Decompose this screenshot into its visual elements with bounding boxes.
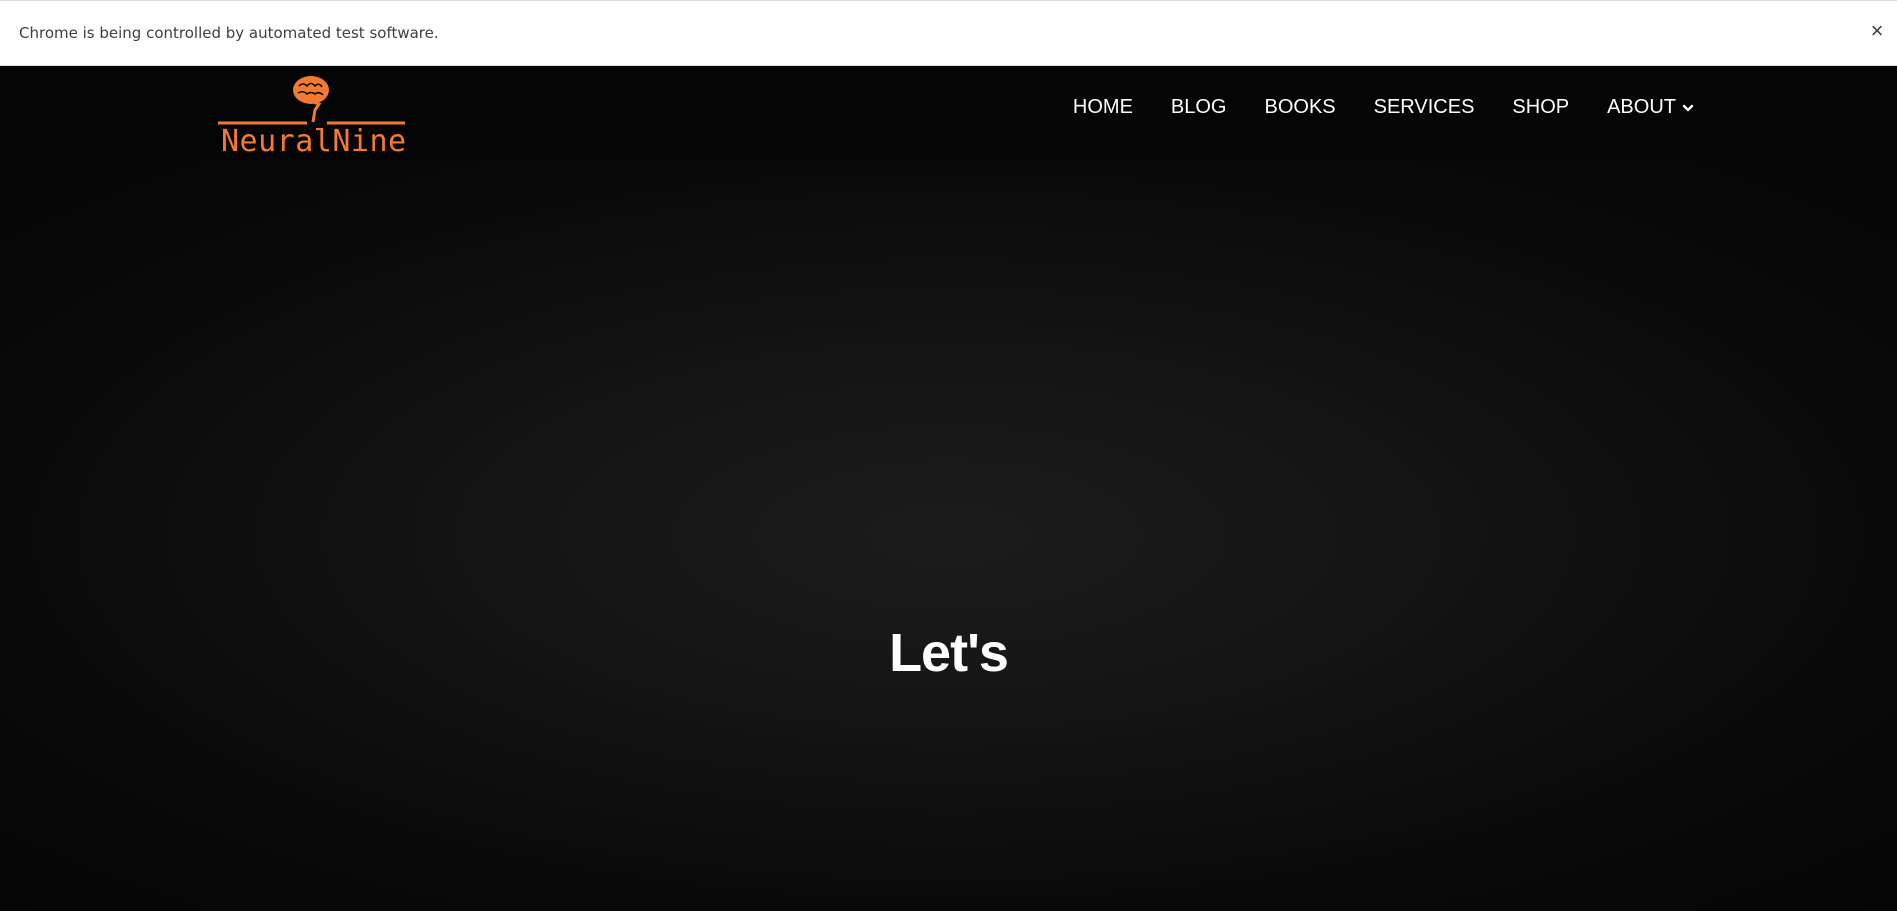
logo-wordmark: NeuralNine (221, 124, 407, 159)
nav-home[interactable]: HOME (1073, 96, 1133, 119)
nav-shop[interactable]: SHOP (1512, 96, 1569, 119)
nav-services-label: SERVICES (1373, 96, 1475, 118)
site-logo[interactable]: NeuralNine (215, 74, 410, 159)
hero-title: Let's (889, 623, 1009, 683)
nav-books-label: BOOKS (1264, 96, 1336, 118)
nav-blog[interactable]: BLOG (1171, 96, 1227, 119)
nav-shop-label: SHOP (1512, 96, 1570, 118)
hero-section: Let's (0, 160, 1897, 911)
infobar-message: Chrome is being controlled by automated … (19, 24, 439, 42)
site-header: NeuralNine HOME BLOG BOOKS SERVICES SHOP… (0, 66, 1897, 160)
nav-about-label: ABOUT (1607, 96, 1676, 118)
nav-services[interactable]: SERVICES (1374, 96, 1475, 119)
main-nav: HOME BLOG BOOKS SERVICES SHOP ABOUT (1073, 96, 1694, 119)
close-icon[interactable]: × (1863, 17, 1891, 45)
nav-books[interactable]: BOOKS (1264, 96, 1335, 119)
automation-infobar: Chrome is being controlled by automated … (0, 0, 1897, 66)
chevron-down-icon (1682, 104, 1694, 111)
nav-blog-label: BLOG (1170, 96, 1227, 118)
nav-home-label: HOME (1072, 96, 1133, 118)
nav-about[interactable]: ABOUT (1607, 96, 1694, 119)
